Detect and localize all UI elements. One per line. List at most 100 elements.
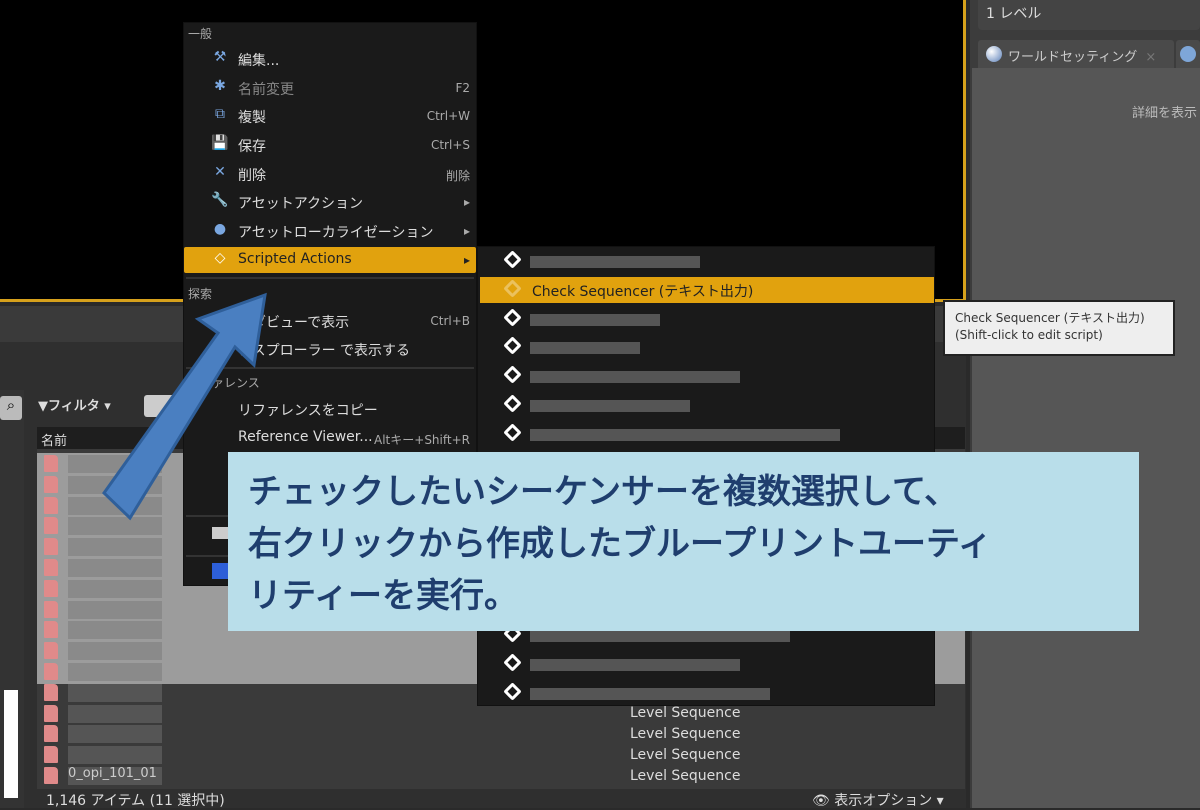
- level-sequence-icon: [44, 642, 58, 660]
- blurred-asset-name: [68, 683, 162, 702]
- levels-label: 1 レベル: [978, 0, 1200, 30]
- level-sequence-icon: [44, 704, 58, 722]
- level-sequence-icon: [44, 663, 58, 680]
- tab-details[interactable]: [1176, 40, 1200, 68]
- level-sequence-icon: [44, 725, 58, 743]
- blurred-label: [530, 659, 740, 672]
- view-options-button[interactable]: 👁 表示オプション ▾: [812, 790, 944, 810]
- close-icon[interactable]: ×: [1145, 50, 1156, 65]
- blurred-asset-name: [68, 725, 162, 744]
- diamond-icon: [503, 394, 522, 413]
- diamond-icon: [503, 336, 522, 356]
- diamond-icon: [503, 682, 522, 701]
- scrollbar-thumb[interactable]: [4, 690, 18, 798]
- diamond-icon: [503, 653, 522, 672]
- menu-item-label: ルダビューで表示: [238, 315, 350, 331]
- level-sequence-icon: [44, 496, 58, 514]
- search-field[interactable]: [144, 395, 180, 417]
- scripted-action-item[interactable]: [480, 248, 934, 274]
- level-sequence-icon: [44, 517, 58, 535]
- menu-item[interactable]: 🔧 アセットアクション ▸: [184, 189, 476, 215]
- blurred-asset-name: [68, 517, 162, 536]
- blurred-label: [530, 313, 660, 326]
- asset-type: Level Sequence: [630, 726, 741, 742]
- level-sequence-icon: [44, 600, 58, 618]
- blurred-asset-name: [68, 538, 162, 557]
- asset-type: Level Sequence: [630, 747, 741, 763]
- menu-item-label: アセットアクション: [238, 196, 364, 212]
- menu-item[interactable]: 💾 保存 Ctrl+S: [184, 132, 476, 158]
- menu-separator: [186, 367, 474, 369]
- view-options-label: 表示オプション ▾: [834, 793, 944, 809]
- level-sequence-icon: [44, 579, 58, 597]
- blurred-asset-name: [68, 600, 162, 619]
- search-icon[interactable]: ⌕: [0, 396, 22, 420]
- blurred-label: [530, 630, 790, 643]
- menu-item[interactable]: 📁 ルダビューで表示 Ctrl+B: [184, 308, 476, 334]
- diamond-icon: [503, 307, 522, 327]
- tooltip: Check Sequencer (テキスト出力) (Shift-click to…: [943, 300, 1175, 356]
- scripted-action-item[interactable]: [480, 392, 934, 418]
- menu-shortcut: ▸: [463, 224, 470, 238]
- level-sequence-icon: [44, 538, 58, 556]
- tab-world-settings[interactable]: ワールドセッティング ×: [978, 40, 1174, 68]
- sources-panel: [0, 390, 24, 808]
- menu-section-header: 一般: [188, 27, 213, 41]
- menu-item-label: 編集...: [238, 53, 280, 69]
- menu-item-label: クスプローラー で表示する: [238, 343, 411, 359]
- menu-item[interactable]: ◇ Scripted Actions ▸: [184, 247, 476, 273]
- blurred-asset-name: [68, 746, 162, 765]
- menu-item-label: 複製: [238, 110, 266, 126]
- level-sequence-icon: [44, 621, 58, 639]
- blurred-asset-name: [68, 579, 162, 598]
- menu-item[interactable]: ⧉ 複製 Ctrl+W: [184, 103, 476, 129]
- menu-section-header: 探索: [188, 287, 213, 301]
- scripted-action-item[interactable]: [480, 306, 934, 332]
- menu-item-label: アセットローカライゼーション: [238, 225, 434, 241]
- menu-item[interactable]: ● アセットローカライゼーション ▸: [184, 218, 476, 244]
- tab-label: ワールドセッティング: [1008, 50, 1138, 65]
- tooltip-line: Check Sequencer (テキスト出力): [955, 311, 1145, 325]
- wrench-icon: 🔧: [211, 192, 229, 208]
- scripted-action-item[interactable]: [480, 421, 934, 447]
- item-count-status: 1,146 アイテム (11 選択中): [46, 793, 225, 809]
- menu-item-label: 名前変更: [238, 82, 294, 98]
- blurred-asset-name: [68, 455, 162, 473]
- diamond-icon: [503, 423, 522, 442]
- menu-item[interactable]: ✕ 削除 削除: [184, 161, 476, 187]
- scripted-action-item[interactable]: [480, 680, 934, 706]
- callout-line: チェックしたいシーケンサーを複数選択して、: [248, 472, 959, 512]
- level-sequence-icon: [44, 455, 58, 472]
- menu-item[interactable]: ✱ 名前変更 F2: [184, 75, 476, 101]
- filter-button[interactable]: ▼フィルタ ▾: [38, 395, 111, 414]
- menu-shortcut: ▸: [463, 195, 470, 209]
- level-sequence-icon: [44, 683, 58, 701]
- duplicate-icon: ⧉: [215, 106, 225, 122]
- level-sequence-icon: [44, 767, 58, 784]
- blurred-label: [530, 400, 690, 412]
- scripted-action-item[interactable]: [480, 651, 934, 677]
- menu-item[interactable]: クスプローラー で表示する: [184, 336, 476, 362]
- scripted-action-check-sequencer[interactable]: Check Sequencer (テキスト出力): [480, 276, 934, 303]
- scripted-action-item[interactable]: [480, 334, 934, 360]
- blurred-asset-name: [68, 642, 162, 661]
- blurred-asset-name: [68, 559, 162, 577]
- blurred-asset-name: [68, 475, 162, 494]
- menu-item[interactable]: リファレンスをコピー: [184, 396, 476, 422]
- blurred-label: [530, 688, 770, 700]
- diamond-icon: [503, 279, 522, 298]
- callout-line: リティーを実行。: [248, 576, 518, 616]
- level-sequence-icon: [44, 746, 58, 764]
- menu-shortcut: 削除: [445, 169, 470, 183]
- delete-icon: ✕: [214, 164, 226, 180]
- scripted-action-item[interactable]: [480, 363, 934, 389]
- folder-icon: 📁: [211, 311, 229, 327]
- menu-item-label: リファレンスをコピー: [238, 403, 378, 419]
- menu-shortcut: Ctrl+W: [426, 109, 470, 123]
- tooltip-line: (Shift-click to edit script): [955, 328, 1103, 342]
- menu-item[interactable]: Reference Viewer... Altキー+Shift+R: [184, 425, 476, 451]
- blurred-asset-name: [68, 621, 162, 640]
- column-name-label: 名前: [41, 434, 68, 449]
- menu-item[interactable]: ⚒ 編集...: [184, 46, 476, 72]
- menu-section-header: リファレンス: [188, 376, 260, 390]
